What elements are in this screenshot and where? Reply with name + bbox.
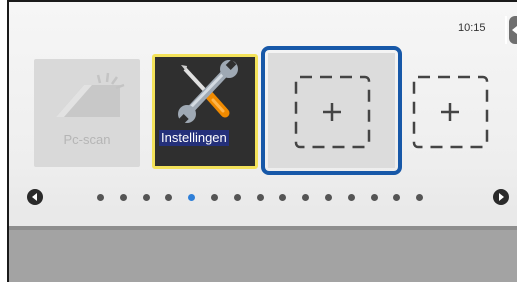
side-panel-tab[interactable] (509, 16, 517, 44)
page-dot[interactable] (370, 194, 378, 201)
wrench-screwdriver-icon (178, 59, 238, 125)
page-dot[interactable] (97, 194, 104, 201)
page-dot[interactable] (233, 194, 241, 201)
page-dot[interactable] (119, 194, 127, 201)
next-page-button[interactable] (493, 189, 509, 205)
chevron-left-icon (512, 26, 517, 34)
chevron-left-icon (32, 193, 37, 201)
footer-bar (9, 226, 517, 282)
empty-shortcut-slot[interactable] (403, 59, 509, 167)
page-dot[interactable] (256, 194, 264, 201)
selection-highlight (261, 46, 402, 175)
page-dot[interactable] (347, 194, 355, 201)
add-shortcut-icon (412, 75, 489, 149)
clock: 10:15 (458, 22, 486, 34)
scan-to-pc-icon (56, 72, 125, 117)
page-dot[interactable] (302, 194, 310, 201)
footer-divider (9, 226, 517, 230)
page-dot[interactable] (325, 194, 332, 201)
status-divider (505, 16, 507, 44)
page-dot[interactable] (211, 194, 218, 201)
page-dot[interactable] (416, 194, 424, 201)
page-dot-current[interactable] (188, 194, 196, 201)
device-screen: 10:15 Pc-scan Instellingen (7, 0, 517, 282)
pc-scan-label: Pc-scan (63, 132, 111, 147)
page-dot[interactable] (393, 194, 401, 201)
settings-label: Instellingen (159, 130, 229, 146)
pc-scan-tile[interactable]: Pc-scan (34, 59, 140, 167)
home-screen: 10:15 Pc-scan Instellingen (9, 2, 517, 282)
page-dot[interactable] (279, 194, 287, 201)
page-dot[interactable] (142, 194, 150, 201)
chevron-right-icon (499, 193, 504, 201)
page-dot[interactable] (165, 194, 173, 201)
previous-page-button[interactable] (27, 189, 43, 205)
settings-tile[interactable]: Instellingen (152, 54, 258, 169)
